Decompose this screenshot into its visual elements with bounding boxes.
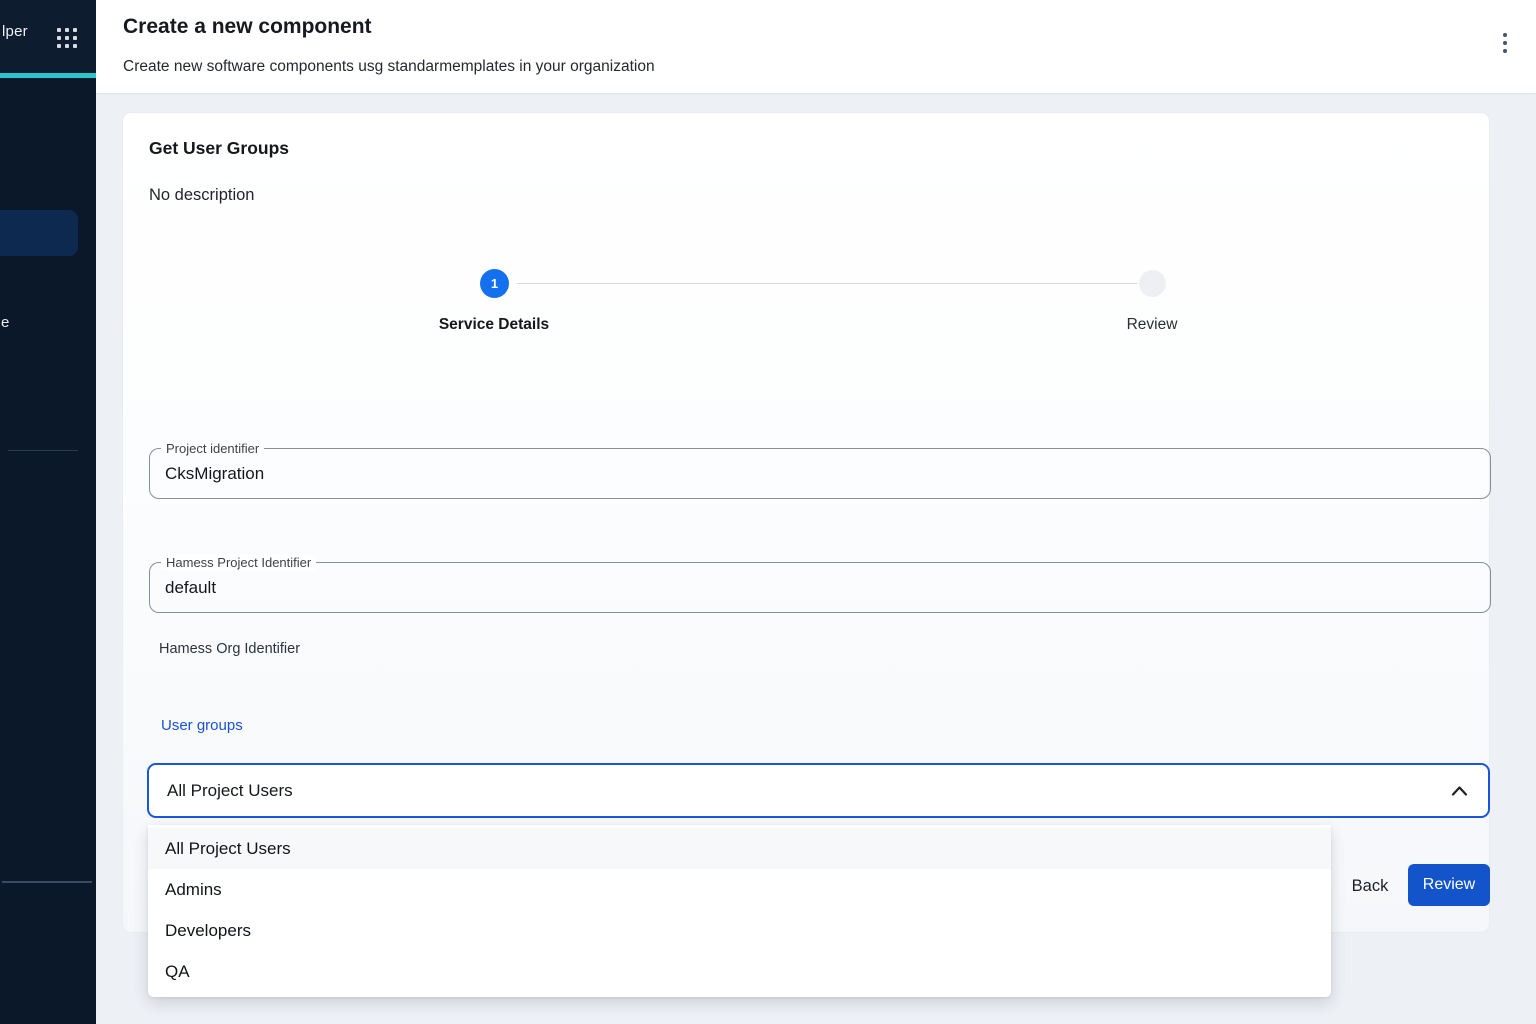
- dropdown-option-qa[interactable]: QA: [148, 951, 1331, 992]
- template-card: Get User Groups No description 1 Service…: [122, 112, 1490, 933]
- project-identifier-field[interactable]: Project identifier CksMigration: [149, 448, 1491, 499]
- stepper-step-1-label: Service Details: [384, 316, 604, 334]
- user-groups-label[interactable]: User groups: [161, 717, 243, 734]
- page-subtitle: Create new software components usg stand…: [123, 58, 655, 76]
- page-title: Create a new component: [123, 15, 372, 39]
- dropdown-option-admins[interactable]: Admins: [148, 869, 1331, 910]
- harness-project-identifier-field[interactable]: Hamess Project Identifier default: [149, 562, 1491, 613]
- sidebar-divider: [8, 450, 78, 451]
- review-button[interactable]: Review: [1408, 864, 1490, 906]
- project-identifier-label: Project identifier: [161, 441, 264, 456]
- sidebar-header: lper: [0, 0, 96, 73]
- chevron-up-icon: [1451, 785, 1468, 796]
- dropdown-option-all-project-users[interactable]: All Project Users: [148, 828, 1331, 869]
- apps-grid-icon[interactable]: [57, 28, 78, 49]
- project-identifier-value: CksMigration: [165, 464, 264, 484]
- back-button[interactable]: Back: [1337, 868, 1403, 904]
- org-identifier-label: Hamess Org Identifier: [159, 641, 300, 657]
- user-groups-select-value: All Project Users: [167, 781, 293, 801]
- page-header: Create a new component Create new softwa…: [96, 0, 1536, 93]
- sidebar-item-selected[interactable]: [0, 210, 78, 256]
- sidebar-item-label[interactable]: e: [1, 314, 9, 331]
- user-groups-dropdown-menu: All Project Users Admins Developers QA: [148, 825, 1331, 997]
- harness-project-identifier-value: default: [165, 578, 216, 598]
- card-title: Get User Groups: [149, 138, 289, 159]
- stepper-step-1-circle: 1: [480, 269, 509, 298]
- sidebar-divider: [2, 881, 92, 883]
- more-options-icon[interactable]: [1496, 31, 1514, 55]
- brand-text: lper: [2, 23, 28, 40]
- stepper-step-2-circle: [1139, 270, 1166, 297]
- teal-accent-bar: [0, 73, 96, 78]
- dropdown-option-developers[interactable]: Developers: [148, 910, 1331, 951]
- sidebar: lper e: [0, 0, 96, 1024]
- card-description: No description: [149, 186, 254, 205]
- harness-project-identifier-label: Hamess Project Identifier: [161, 555, 316, 570]
- user-groups-select[interactable]: All Project Users: [147, 763, 1490, 818]
- stepper-connector: [517, 283, 1137, 285]
- stepper-step-2-label: Review: [1042, 316, 1262, 334]
